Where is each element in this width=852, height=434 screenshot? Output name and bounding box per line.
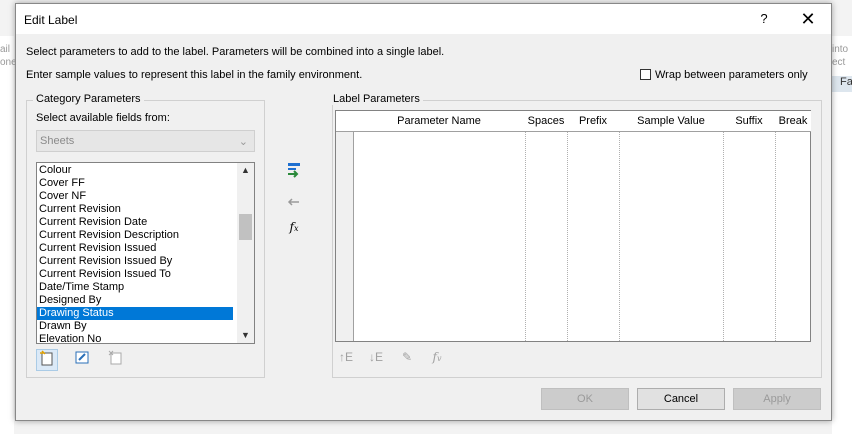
background-text: ect (832, 57, 846, 68)
cancel-button[interactable]: Cancel (637, 388, 725, 410)
column-header-parameter-name[interactable]: Parameter Name (353, 111, 526, 132)
edit-parameter-button[interactable] (71, 349, 93, 371)
category-parameters-label: Category Parameters (33, 93, 144, 105)
edit-parameter-icon (75, 351, 89, 364)
title-bar: Edit Label ? ✕ (16, 4, 831, 34)
instruction-text-1: Select parameters to add to the label. P… (26, 46, 445, 58)
background-right-panel: into ect Fa (832, 36, 852, 434)
list-item[interactable]: Drawn By (37, 320, 233, 333)
category-combo[interactable]: Sheets ⌄ (36, 130, 255, 152)
new-parameter-icon (40, 350, 53, 366)
list-item[interactable]: Elevation No (37, 333, 233, 343)
column-header-prefix[interactable]: Prefix (567, 111, 620, 132)
add-parameter-button[interactable] (284, 161, 304, 179)
edit-label-icon: ✎ (401, 350, 413, 364)
arrow-left-icon (287, 198, 299, 206)
formula-edit-icon: fv (432, 350, 442, 364)
help-button[interactable]: ? (744, 4, 784, 34)
list-item[interactable]: Current Revision (37, 203, 233, 216)
background-tab: Fa (832, 76, 852, 92)
column-divider (567, 132, 568, 341)
scroll-down-icon[interactable]: ▼ (237, 328, 254, 343)
table-row-header (336, 111, 354, 341)
apply-button[interactable]: Apply (733, 388, 821, 410)
wrap-checkbox-label: Wrap between parameters only (655, 69, 808, 81)
move-up-button[interactable]: ↑E (335, 350, 357, 368)
move-up-icon: ↑E (338, 350, 353, 364)
delete-parameter-button[interactable] (104, 349, 126, 371)
background-text: ail (0, 44, 11, 55)
table-corner (336, 111, 354, 132)
scroll-thumb[interactable] (239, 214, 252, 240)
list-item[interactable]: Current Revision Issued To (37, 268, 233, 281)
list-item[interactable]: Current Revision Issued By (37, 255, 233, 268)
remove-parameter-button[interactable] (284, 195, 304, 213)
select-fields-label: Select available fields from: (36, 112, 170, 124)
dialog-title: Edit Label (24, 13, 78, 27)
scroll-up-icon[interactable]: ▲ (237, 163, 254, 178)
formula-edit-button[interactable]: fv (426, 350, 448, 368)
wrap-checkbox[interactable] (640, 69, 651, 80)
instruction-text-2: Enter sample values to represent this la… (26, 69, 363, 81)
label-parameters-table[interactable]: Parameter Name Spaces Prefix Sample Valu… (335, 110, 811, 342)
column-divider (525, 132, 526, 341)
column-header-suffix[interactable]: Suffix (723, 111, 776, 132)
close-button[interactable]: ✕ (788, 4, 828, 34)
formula-button[interactable]: fx (284, 220, 304, 238)
list-item[interactable]: Drawing Status (37, 307, 233, 320)
column-header-spaces[interactable]: Spaces (525, 111, 568, 132)
list-scrollbar[interactable]: ▲ ▼ (237, 163, 254, 343)
label-parameters-label: Label Parameters (330, 93, 423, 105)
list-item[interactable]: Date/Time Stamp (37, 281, 233, 294)
category-combo-value: Sheets (40, 135, 75, 147)
add-to-label-icon (288, 163, 300, 178)
background-left-panel: ail one (0, 36, 17, 434)
column-header-break[interactable]: Break (775, 111, 811, 132)
available-fields-list[interactable]: Colour Cover FF Cover NF Current Revision Cu… (36, 162, 255, 344)
edit-parameter-label-button[interactable]: ✎ (396, 350, 418, 368)
column-divider (723, 132, 724, 341)
new-parameter-button[interactable] (36, 349, 58, 371)
list-item[interactable]: Cover NF (37, 190, 233, 203)
list-item[interactable]: Colour (37, 164, 233, 177)
column-header-sample-value[interactable]: Sample Value (619, 111, 724, 132)
column-divider (619, 132, 620, 341)
ok-button[interactable]: OK (541, 388, 629, 410)
background-text: into (832, 44, 849, 55)
edit-label-dialog: Edit Label ? ✕ Select parameters to add … (15, 3, 832, 421)
delete-parameter-icon (108, 350, 122, 365)
list-item[interactable]: Current Revision Issued (37, 242, 233, 255)
formula-icon: fx (289, 220, 299, 234)
move-down-button[interactable]: ↓E (365, 350, 387, 368)
column-divider (775, 132, 776, 341)
list-item[interactable]: Current Revision Date (37, 216, 233, 229)
list-item[interactable]: Current Revision Description (37, 229, 233, 242)
chevron-down-icon: ⌄ (238, 136, 248, 148)
move-down-icon: ↓E (368, 350, 383, 364)
list-item[interactable]: Designed By (37, 294, 233, 307)
list-item[interactable]: Cover FF (37, 177, 233, 190)
